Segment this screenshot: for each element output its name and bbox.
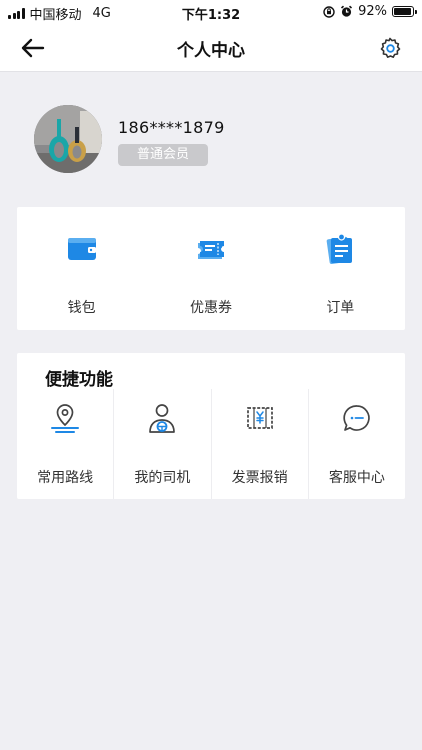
status-right: 92% bbox=[323, 4, 417, 19]
status-bar: 中国移动 4G 下午1:32 92% bbox=[0, 0, 422, 24]
alarm-icon bbox=[341, 5, 353, 17]
order-label: 订单 bbox=[326, 300, 355, 316]
rotation-lock-icon bbox=[323, 5, 335, 18]
invoice-icon bbox=[246, 407, 273, 429]
customer-service-button[interactable]: 客服中心 bbox=[309, 389, 405, 499]
my-driver-label: 我的司机 bbox=[134, 470, 191, 486]
wallet-button[interactable]: 钱包 bbox=[17, 207, 146, 330]
invoice-button[interactable]: 发票报销 bbox=[212, 389, 309, 499]
my-driver-button[interactable]: 我的司机 bbox=[114, 389, 212, 499]
driver-icon bbox=[149, 404, 176, 433]
gear-icon[interactable] bbox=[378, 36, 402, 60]
quick-actions-grid: 常用路线 我的司机 发票报销 客服中心 bbox=[17, 389, 405, 499]
nav-bar: 个人中心 bbox=[0, 24, 422, 72]
order-button[interactable]: 订单 bbox=[276, 207, 405, 330]
quick-actions-title: 便捷功能 bbox=[45, 370, 113, 390]
battery-label: 92% bbox=[358, 4, 387, 19]
avatar[interactable] bbox=[34, 105, 102, 173]
common-routes-label: 常用路线 bbox=[37, 470, 94, 486]
coupon-label: 优惠券 bbox=[189, 300, 232, 316]
coupon-button[interactable]: 优惠券 bbox=[146, 207, 275, 330]
phone-number: 186****1879 bbox=[118, 118, 225, 137]
battery-fill bbox=[394, 8, 411, 15]
customer-service-label: 客服中心 bbox=[328, 470, 385, 486]
wallet-icon bbox=[67, 238, 96, 260]
chat-bubble-icon bbox=[343, 405, 370, 431]
quick-actions-card: 便捷功能 常用路线 我的司机 发票报销 客服中心 bbox=[17, 353, 405, 499]
main-menu-card: 钱包 优惠券 订单 bbox=[17, 207, 405, 330]
wallet-label: 钱包 bbox=[67, 300, 96, 316]
avatar-image bbox=[34, 105, 102, 173]
invoice-label: 发票报销 bbox=[231, 470, 288, 486]
common-routes-button[interactable]: 常用路线 bbox=[17, 389, 115, 499]
order-icon bbox=[326, 233, 353, 265]
member-level-badge: 普通会员 bbox=[118, 144, 208, 166]
coupon-icon bbox=[197, 241, 224, 259]
battery-icon bbox=[392, 6, 417, 17]
page-title: 个人中心 bbox=[177, 41, 245, 61]
profile-section: 186****1879 普通会员 bbox=[0, 105, 422, 175]
location-pin-icon bbox=[51, 404, 80, 433]
